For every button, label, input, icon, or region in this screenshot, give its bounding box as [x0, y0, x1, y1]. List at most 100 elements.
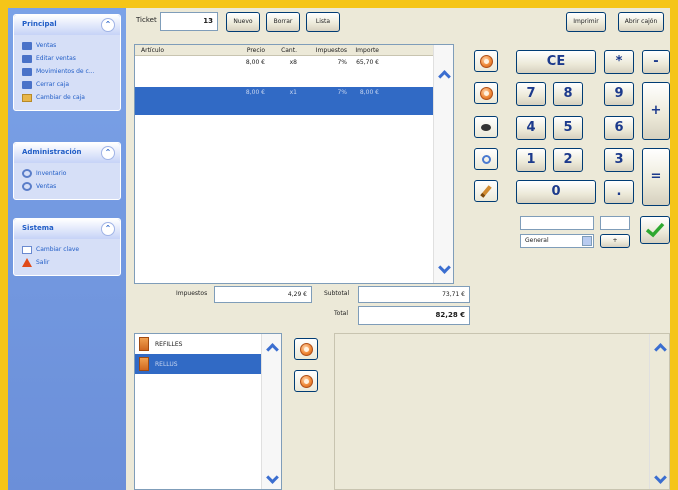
key-equals[interactable]: =: [642, 148, 670, 206]
folder-icon: [22, 93, 32, 102]
cell-tax: 7%: [337, 89, 347, 96]
panel-title: Principal: [22, 20, 57, 28]
column-header: Precio: [246, 47, 265, 54]
sidebar-item-cambiar-caja[interactable]: Cambiar de caja: [22, 91, 120, 104]
new-ticket-button[interactable]: Nuevo: [226, 12, 260, 32]
sidebar-item-label: Movimientos de c...: [36, 68, 95, 75]
category-list[interactable]: REFILLES RELLUS: [134, 333, 282, 490]
total-value: 82,28 €: [358, 306, 470, 325]
document-icon: [22, 41, 32, 50]
sidebar-item-ventas-admin[interactable]: Ventas: [22, 180, 120, 193]
panel-title: Sistema: [22, 224, 54, 232]
orange-circle-icon: [299, 374, 313, 388]
key-7[interactable]: 7: [516, 82, 546, 106]
sidebar-item-salir[interactable]: Salir: [22, 256, 120, 269]
key-minus[interactable]: -: [642, 50, 670, 74]
key-9[interactable]: 9: [604, 82, 634, 106]
sidebar-panel-administracion: Administración ⌃ Inventario Ventas: [13, 142, 121, 200]
key-ce[interactable]: CE: [516, 50, 596, 74]
refresh-icon: [22, 182, 32, 191]
panel-header[interactable]: Principal ⌃: [14, 15, 120, 35]
collapse-icon[interactable]: ⌃: [101, 146, 115, 160]
ticket-number-field[interactable]: 13: [160, 12, 218, 31]
ticket-scrollbar[interactable]: [433, 45, 453, 283]
key-1[interactable]: 1: [516, 148, 546, 172]
table-row[interactable]: 8,00 € x8 7% 65,70 €: [135, 56, 453, 69]
scroll-up-icon[interactable]: [435, 65, 453, 83]
cell-price: 8,00 €: [245, 89, 265, 96]
scroll-down-icon[interactable]: [651, 471, 669, 489]
checkmark-icon: [645, 222, 665, 238]
panel-header[interactable]: Sistema ⌃: [14, 219, 120, 239]
list-tickets-button[interactable]: Lista: [306, 12, 340, 32]
sidebar-item-label: Cambiar clave: [36, 246, 80, 253]
list-item-category[interactable]: REFILLES: [135, 334, 281, 354]
payment-method-select[interactable]: General: [520, 234, 594, 248]
delete-ticket-button[interactable]: Borrar: [266, 12, 300, 32]
sidebar-item-cambiar-clave[interactable]: Cambiar clave: [22, 243, 120, 256]
sidebar-item-label: Salir: [36, 259, 50, 266]
collapse-icon[interactable]: ⌃: [101, 18, 115, 32]
sidebar-panel-sistema: Sistema ⌃ Cambiar clave Salir: [13, 218, 121, 276]
sidebar-item-editar-ventas[interactable]: Editar ventas: [22, 52, 120, 65]
cell-item: [135, 87, 215, 115]
dropdown-arrow-icon[interactable]: [582, 236, 592, 246]
category-next-button[interactable]: [294, 370, 318, 392]
cell-tax: 7%: [337, 59, 347, 66]
sidebar: Principal ⌃ Ventas Editar ventas Movimie…: [8, 8, 126, 490]
move-down-button[interactable]: [474, 82, 498, 104]
key-plus[interactable]: +: [642, 82, 670, 140]
ticket-lines-table[interactable]: Artículo Precio Cant. Impuestos Importe …: [134, 44, 454, 284]
confirm-button[interactable]: [640, 216, 670, 244]
key-multiply[interactable]: *: [604, 50, 634, 74]
edit-button[interactable]: [474, 180, 498, 202]
category-label: RELLUS: [155, 360, 178, 368]
subtotal-value: 73,71 €: [358, 286, 470, 303]
table-row-selected[interactable]: 8,00 € x1 7% 8,00 €: [135, 87, 453, 115]
print-button[interactable]: Imprimir: [566, 12, 606, 32]
key-8[interactable]: 8: [553, 82, 583, 106]
sidebar-item-cerrar-caja[interactable]: Cerrar caja: [22, 78, 120, 91]
category-prev-button[interactable]: [294, 338, 318, 360]
product-panel[interactable]: [334, 333, 670, 490]
category-scrollbar[interactable]: [261, 334, 281, 489]
scroll-up-icon[interactable]: [263, 338, 281, 356]
collapse-icon[interactable]: ⌃: [101, 222, 115, 236]
list-item-category-selected[interactable]: RELLUS: [135, 354, 281, 374]
key-6[interactable]: 6: [604, 116, 634, 140]
cell-item: [135, 56, 215, 69]
scroll-down-icon[interactable]: [435, 261, 453, 279]
key-3[interactable]: 3: [604, 148, 634, 172]
key-4[interactable]: 4: [516, 116, 546, 140]
scroll-up-icon[interactable]: [651, 338, 669, 356]
panel-header[interactable]: Administración ⌃: [14, 143, 120, 163]
key-decimal[interactable]: .: [604, 180, 634, 204]
key-2[interactable]: 2: [553, 148, 583, 172]
product-scrollbar[interactable]: [649, 334, 669, 489]
key-5[interactable]: 5: [553, 116, 583, 140]
panel-title: Administración: [22, 148, 82, 156]
column-header: Impuestos: [315, 47, 347, 54]
selected-payment-method: General: [525, 237, 549, 244]
sidebar-item-inventario[interactable]: Inventario: [22, 167, 120, 180]
add-payment-button[interactable]: +: [600, 234, 630, 248]
cell-amount: 65,70 €: [356, 59, 379, 66]
sidebar-panel-principal: Principal ⌃ Ventas Editar ventas Movimie…: [13, 14, 121, 111]
document-icon: [22, 54, 32, 63]
search-icon: [481, 154, 491, 164]
eye-icon: [481, 123, 491, 131]
scroll-down-icon[interactable]: [263, 471, 281, 489]
amount-input[interactable]: [520, 216, 594, 230]
open-drawer-button[interactable]: Abrir cajón: [618, 12, 664, 32]
sidebar-item-label: Ventas: [36, 183, 57, 190]
sidebar-item-ventas[interactable]: Ventas: [22, 39, 120, 52]
search-button[interactable]: [474, 148, 498, 170]
sidebar-item-movimientos[interactable]: Movimientos de c...: [22, 65, 120, 78]
key-0[interactable]: 0: [516, 180, 596, 204]
orange-circle-icon: [299, 342, 313, 356]
quantity-input[interactable]: [600, 216, 630, 230]
move-up-button[interactable]: [474, 50, 498, 72]
category-icon: [139, 357, 149, 371]
view-button[interactable]: [474, 116, 498, 138]
table-header: Artículo Precio Cant. Impuestos Importe: [135, 45, 453, 56]
